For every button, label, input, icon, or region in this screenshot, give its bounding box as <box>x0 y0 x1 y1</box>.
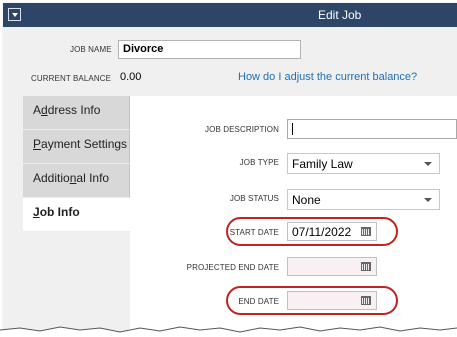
calendar-icon[interactable] <box>361 296 371 305</box>
job-status-value: None <box>292 193 321 207</box>
tab-label-part: ob Info <box>39 205 80 219</box>
job-status-label: JOB STATUS <box>229 194 279 203</box>
text-cursor <box>292 123 293 135</box>
end-date-label: END DATE <box>238 297 279 306</box>
edit-job-window: Edit Job JOB NAME Divorce CURRENT BALANC… <box>3 3 457 337</box>
tab-additional-info[interactable]: Additional Info <box>23 164 130 198</box>
start-date-label: START DATE <box>229 228 279 237</box>
projected-end-date-field[interactable] <box>287 257 377 276</box>
tab-address-info[interactable]: Address Info <box>23 96 130 130</box>
tab-label-part: A <box>33 103 42 117</box>
current-balance-value: 0.00 <box>120 71 142 83</box>
chevron-down-icon <box>424 198 432 202</box>
job-name-field[interactable]: Divorce <box>118 40 301 59</box>
tab-label-mnemonic: P <box>33 137 42 151</box>
calendar-icon[interactable] <box>361 262 371 271</box>
current-balance-label: CURRENT BALANCE <box>31 74 112 83</box>
tab-payment-settings[interactable]: Payment Settings <box>23 130 130 164</box>
window-menu-icon[interactable] <box>8 8 21 21</box>
tab-label-part: ayment Settings <box>41 137 128 151</box>
chevron-down-icon <box>424 162 432 166</box>
job-name-label: JOB NAME <box>70 45 112 54</box>
start-date-value: 07/11/2022 <box>292 225 352 239</box>
tab-label-part: dress Info <box>47 103 101 117</box>
projected-end-date-label: PROJECTED END DATE <box>186 263 279 272</box>
start-date-field[interactable]: 07/11/2022 <box>287 222 377 241</box>
job-type-value: Family Law <box>292 157 353 171</box>
job-type-label: JOB TYPE <box>239 158 279 167</box>
job-type-select[interactable]: Family Law <box>287 153 440 174</box>
adjust-balance-link[interactable]: How do I adjust the current balance? <box>238 71 417 83</box>
tab-label-mnemonic: J <box>33 205 40 219</box>
end-date-field[interactable] <box>287 291 377 310</box>
calendar-icon[interactable] <box>361 227 371 236</box>
tab-label-mnemonic: d <box>41 103 48 117</box>
job-description-label: JOB DESCRIPTION <box>205 125 279 134</box>
title-bar: Edit Job <box>3 3 457 27</box>
job-status-select[interactable]: None <box>287 189 440 210</box>
tab-label-part: al Info <box>76 171 110 185</box>
tab-label-part: Additio <box>33 171 70 185</box>
tab-job-info[interactable]: Job Info <box>23 198 130 232</box>
torn-paper-edge <box>0 326 457 337</box>
window-title: Edit Job <box>318 8 362 22</box>
job-description-field[interactable] <box>287 119 457 139</box>
